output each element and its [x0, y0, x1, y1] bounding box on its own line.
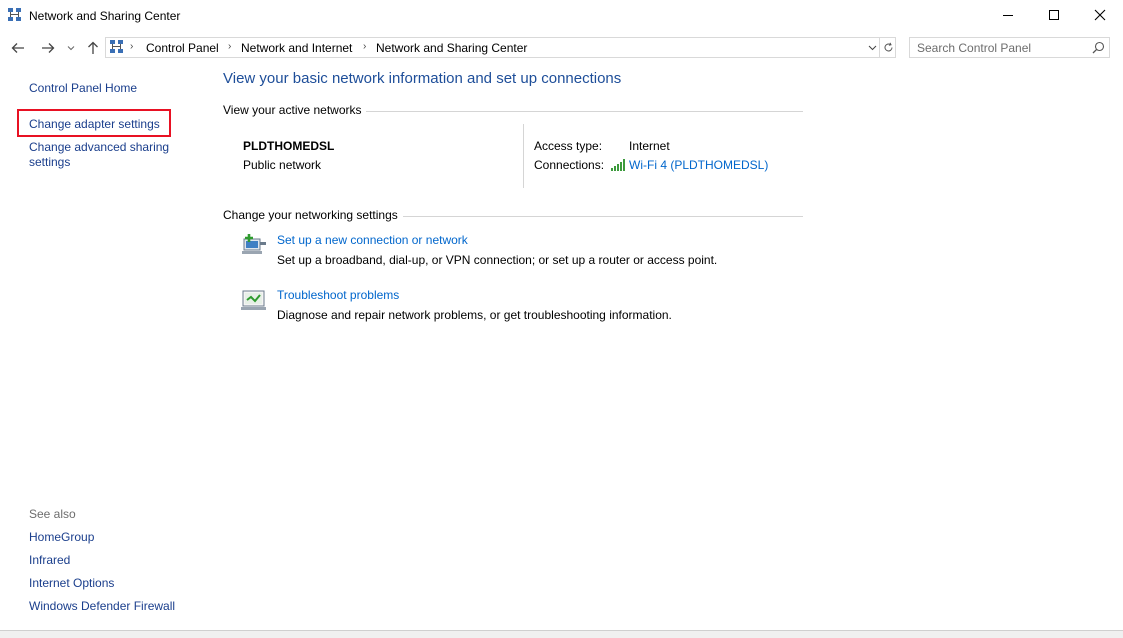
change-settings-heading: Change your networking settings [223, 208, 398, 222]
setup-new-connection-link[interactable]: Set up a new connection or network [277, 233, 468, 247]
chevron-down-icon [868, 45, 876, 50]
back-button[interactable] [9, 38, 27, 58]
active-networks-divider [366, 111, 803, 112]
access-type-label: Access type: [534, 139, 603, 153]
change-advanced-sharing-link[interactable]: Change advanced sharing [29, 140, 169, 154]
new-connection-icon [241, 233, 267, 258]
chevron-down-icon [67, 46, 75, 51]
network-name: PLDTHOMEDSL [243, 139, 335, 153]
see-also-internet-options-link[interactable]: Internet Options [29, 576, 114, 590]
breadcrumb-network-and-sharing-center[interactable]: Network and Sharing Center [376, 41, 527, 55]
network-type: Public network [243, 158, 322, 172]
minimize-button[interactable] [985, 0, 1031, 30]
access-type-value: Internet [629, 139, 670, 153]
breadcrumb-network-and-internet[interactable]: Network and Internet [241, 41, 352, 55]
see-also-windows-defender-firewall-link[interactable]: Windows Defender Firewall [29, 599, 175, 613]
troubleshoot-problems-description: Diagnose and repair network problems, or… [277, 308, 672, 322]
window-title: Network and Sharing Center [29, 9, 181, 23]
close-button[interactable] [1077, 0, 1123, 30]
control-panel-home-link[interactable]: Control Panel Home [29, 81, 137, 95]
breadcrumb-chevron-icon[interactable]: › [130, 41, 133, 52]
breadcrumb-chevron-icon[interactable]: › [228, 41, 231, 52]
page-title: View your basic network information and … [223, 70, 622, 87]
breadcrumb-chevron-icon[interactable]: › [363, 41, 366, 52]
recent-locations-button[interactable] [65, 38, 77, 58]
active-networks-heading: View your active networks [223, 103, 362, 117]
maximize-button[interactable] [1031, 0, 1077, 30]
search-input[interactable] [910, 38, 1087, 57]
forward-button[interactable] [39, 38, 57, 58]
search-box[interactable] [909, 37, 1110, 58]
connections-label: Connections: [534, 158, 605, 172]
refresh-icon [884, 42, 892, 52]
change-settings-divider [403, 216, 803, 217]
wifi-signal-icon [610, 159, 626, 174]
breadcrumb-control-panel[interactable]: Control Panel [146, 41, 219, 55]
see-also-homegroup-link[interactable]: HomeGroup [29, 530, 94, 544]
wifi-connection-link[interactable]: Wi-Fi 4 (PLDTHOMEDSL) [629, 158, 768, 172]
maximize-icon [1049, 10, 1059, 20]
close-icon [1094, 9, 1106, 21]
app-icon [8, 8, 22, 22]
change-adapter-settings-link[interactable]: Change adapter settings [29, 117, 160, 131]
see-also-heading: See also [29, 507, 76, 521]
see-also-infrared-link[interactable]: Infrared [29, 553, 70, 567]
up-button[interactable] [85, 38, 101, 58]
title-bar: Network and Sharing Center [0, 0, 1123, 32]
back-arrow-icon [11, 43, 24, 53]
network-info-separator [523, 124, 524, 188]
control-panel-icon [110, 40, 124, 54]
refresh-button[interactable] [879, 38, 896, 57]
up-arrow-icon [88, 41, 98, 54]
forward-arrow-icon [42, 43, 55, 53]
troubleshoot-problems-link[interactable]: Troubleshoot problems [277, 288, 399, 302]
setup-new-connection-description: Set up a broadband, dial-up, or VPN conn… [277, 253, 718, 267]
address-dropdown-button[interactable] [865, 38, 879, 57]
minimize-icon [1003, 15, 1013, 16]
troubleshoot-icon [241, 289, 267, 314]
search-icon[interactable] [1092, 41, 1105, 57]
address-bar[interactable]: › Control Panel › Network and Internet ›… [105, 37, 896, 58]
change-advanced-sharing-link-line2[interactable]: settings [29, 155, 70, 169]
